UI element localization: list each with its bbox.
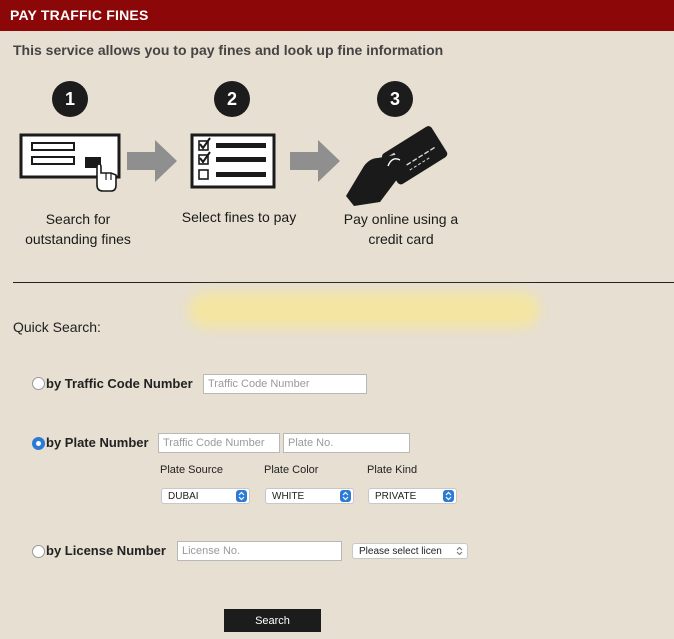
arrow-right-icon bbox=[290, 140, 340, 182]
page-header: PAY TRAFFIC FINES bbox=[0, 0, 674, 31]
plate-number-option-label[interactable]: by Plate Number bbox=[46, 435, 149, 450]
quick-search-title: Quick Search: bbox=[13, 319, 101, 335]
plate-source-label: Plate Source bbox=[160, 464, 223, 476]
step-2-caption: Select fines to pay bbox=[164, 207, 314, 227]
plate-kind-value: PRIVATE bbox=[375, 491, 417, 502]
page-title: PAY TRAFFIC FINES bbox=[10, 7, 149, 23]
plate-traffic-code-input[interactable] bbox=[158, 433, 280, 453]
plate-kind-label: Plate Kind bbox=[367, 464, 418, 476]
plate-color-label: Plate Color bbox=[264, 464, 319, 476]
step-1-caption-line-2: outstanding fines bbox=[25, 231, 131, 247]
step-1-caption-line-1: Search for bbox=[45, 211, 111, 227]
license-source-select[interactable]: Please select licen bbox=[352, 543, 468, 559]
plate-source-value: DUBAI bbox=[168, 491, 199, 502]
search-button[interactable]: Search bbox=[224, 609, 321, 632]
step-3-caption: Pay online using a credit card bbox=[330, 209, 472, 249]
step-3-number: 3 bbox=[377, 81, 413, 117]
search-form-icon bbox=[19, 133, 121, 192]
step-1-caption: Search for outstanding fines bbox=[18, 209, 138, 249]
select-arrows-icon bbox=[340, 490, 351, 502]
license-source-value: Please select licen bbox=[359, 546, 442, 557]
step-3-caption-line-2: credit card bbox=[368, 231, 434, 247]
license-number-option-label[interactable]: by License Number bbox=[46, 543, 166, 558]
select-arrows-icon bbox=[443, 490, 454, 502]
plate-color-select[interactable]: WHITE bbox=[265, 488, 354, 504]
section-divider bbox=[13, 282, 674, 283]
plate-number-radio[interactable] bbox=[32, 437, 45, 450]
step-2-number: 2 bbox=[214, 81, 250, 117]
plate-kind-select[interactable]: PRIVATE bbox=[368, 488, 457, 504]
plate-source-select[interactable]: DUBAI bbox=[161, 488, 250, 504]
checklist-icon bbox=[190, 133, 276, 189]
traffic-code-radio[interactable] bbox=[32, 377, 45, 390]
plate-color-value: WHITE bbox=[272, 491, 305, 502]
traffic-code-option-label[interactable]: by Traffic Code Number bbox=[46, 376, 193, 391]
step-2-caption-line-1: Select fines to pay bbox=[181, 209, 297, 225]
license-number-radio[interactable] bbox=[32, 545, 45, 558]
arrow-right-icon bbox=[127, 140, 177, 182]
select-arrows-icon bbox=[236, 490, 247, 502]
service-description: This service allows you to pay fines and… bbox=[13, 42, 444, 58]
traffic-code-input[interactable] bbox=[203, 374, 367, 394]
step-1-number: 1 bbox=[52, 81, 88, 117]
select-arrows-icon bbox=[456, 546, 463, 556]
step-3-caption-line-1: Pay online using a bbox=[343, 211, 459, 227]
credit-card-hand-icon bbox=[346, 126, 448, 206]
license-number-input[interactable] bbox=[177, 541, 342, 561]
plate-number-input[interactable] bbox=[283, 433, 410, 453]
highlighted-banner bbox=[188, 292, 540, 328]
